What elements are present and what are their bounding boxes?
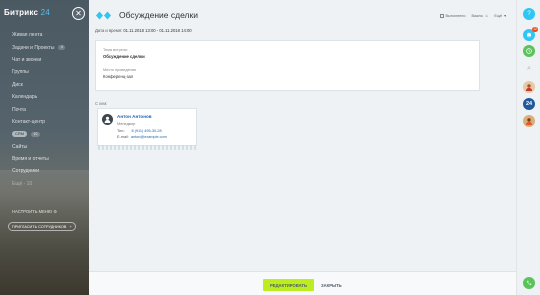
header-toolbar: Выполнено Важно ♨ Ещё ▾	[439, 13, 506, 19]
sidebar-item-label: Ещё · 10	[12, 180, 33, 187]
sidebar-item-label: Группы	[12, 69, 29, 76]
bitrix24-icon: 24	[525, 101, 533, 107]
email-label: E-mail:	[117, 135, 129, 139]
date-time-value: 01.11.2018 13:00 - 01.11.2018 14:00	[123, 28, 192, 33]
bitrix-logo[interactable]: Битрикс 24	[4, 8, 50, 17]
complete-label: Выполнено	[445, 13, 466, 18]
close-button[interactable]: ЗАКРЫТЬ	[321, 279, 342, 291]
contact-phone-row: Тел.: 8 (911) 495-30-28	[117, 129, 162, 133]
bitrix24-chat-button[interactable]: 24	[523, 98, 535, 110]
configure-menu-link[interactable]: НАСТРОИТЬ МЕНЮ ⚙	[12, 209, 57, 214]
sidebar-item-label: Сайты	[12, 143, 28, 150]
sidebar-item-crm[interactable]: CRM 10	[12, 128, 88, 140]
sidebar-item-tasks[interactable]: Задачи и Проекты 4	[12, 41, 88, 53]
important-label: Важно	[471, 13, 483, 18]
sidebar-item-sites[interactable]: Сайты	[12, 141, 88, 153]
help-button[interactable]: ?	[523, 8, 535, 20]
user-icon	[104, 116, 111, 123]
sidebar-item-time[interactable]: Время и отчеты	[12, 153, 88, 165]
logo-number: 24	[40, 8, 50, 17]
tasks-count-badge: 4	[58, 45, 66, 51]
panel-header: Обсуждение сделки Выполнено Важно ♨ Ещё ▾	[89, 0, 516, 30]
left-sidebar: Битрикс 24 ✕ Живая лента Задачи и Проект…	[0, 0, 89, 295]
gear-icon: ⚙	[53, 209, 58, 214]
plus-icon: +	[69, 224, 72, 229]
crm-count-badge: 10	[31, 131, 40, 137]
sidebar-item-label: Время и отчеты	[12, 156, 49, 163]
clock-icon	[526, 48, 532, 54]
bell-icon	[527, 32, 531, 38]
chevron-down-icon: ▾	[504, 14, 506, 18]
person-icon	[526, 118, 532, 125]
sidebar-item-label: Сотрудники	[12, 168, 40, 175]
email-link[interactable]: anton@example.com	[131, 135, 167, 139]
right-rail: ? 12 ⌕ 24	[516, 0, 540, 295]
place-label: Место проведения	[103, 68, 136, 72]
contact-email-row: E-mail: anton@example.com	[117, 135, 167, 139]
avatar	[102, 114, 113, 125]
subject-label: Тема встречи:	[103, 48, 128, 52]
flame-icon: ♨	[484, 14, 489, 18]
contact-position: Менеджер	[117, 122, 136, 126]
with-whom-label: С кем:	[95, 101, 108, 106]
notifications-button[interactable]: 12	[523, 27, 538, 41]
sidebar-item-label: Календарь	[12, 94, 38, 101]
complete-toggle[interactable]: Выполнено	[439, 13, 466, 18]
checkbox-icon	[439, 13, 444, 18]
sidebar-item-chat[interactable]: Чат и звонки	[12, 54, 88, 66]
user-avatar-1[interactable]	[523, 81, 535, 93]
sidebar-item-label: Диск	[12, 81, 23, 88]
close-icon: ✕	[75, 9, 82, 18]
sidebar-item-mail[interactable]: Почта	[12, 103, 88, 115]
timeman-button[interactable]	[523, 45, 535, 57]
close-slider-button[interactable]: ✕	[72, 7, 85, 20]
activity-panel: Обсуждение сделки Выполнено Важно ♨ Ещё ▾ …	[89, 0, 516, 295]
important-toggle[interactable]: Важно ♨	[471, 13, 489, 19]
phone-link[interactable]: 8 (911) 495-30-28	[131, 129, 161, 133]
panel-footer: РЕДАКТИРОВАТЬ ЗАКРЫТЬ	[89, 271, 516, 295]
sidebar-item-label: Чат и звонки	[12, 56, 42, 63]
sidebar-item-feed[interactable]: Живая лента	[12, 29, 88, 41]
invite-label: ПРИГЛАСИТЬ СОТРУДНИКОВ	[12, 224, 67, 229]
sidebar-item-groups[interactable]: Группы	[12, 66, 88, 78]
logo-text: Битрикс	[4, 8, 39, 17]
date-time-label: Дата и время:	[95, 28, 123, 33]
sidebar-item-calendar[interactable]: Календарь	[12, 91, 88, 103]
meeting-details-card: Тема встречи: Обсуждение сделки Место пр…	[95, 40, 480, 91]
sidebar-item-contact-center[interactable]: Контакт-центр	[12, 116, 88, 128]
edit-button[interactable]: РЕДАКТИРОВАТЬ	[263, 279, 314, 291]
user-avatar-2[interactable]	[523, 115, 535, 127]
card-divider	[98, 145, 198, 150]
meeting-icon	[96, 11, 111, 20]
sidebar-item-label: Живая лента	[12, 32, 43, 39]
sidebar-item-disk[interactable]: Диск	[12, 79, 88, 91]
sidebar-item-label: Почта	[12, 106, 26, 113]
sidebar-item-employees[interactable]: Сотрудники	[12, 165, 88, 177]
subject-value: Обсуждение сделки	[103, 54, 145, 59]
person-icon	[526, 84, 532, 91]
sidebar-item-more[interactable]: Ещё · 10	[12, 178, 88, 190]
more-label: Ещё	[494, 13, 503, 18]
search-button[interactable]: ⌕	[523, 63, 535, 75]
sidebar-item-label: Задачи и Проекты	[12, 44, 55, 51]
sidebar-item-label: CRM	[12, 131, 28, 138]
more-menu[interactable]: Ещё ▾	[494, 13, 506, 19]
page-title: Обсуждение сделки	[119, 10, 198, 20]
sidebar-menu: Живая лента Задачи и Проекты 4 Чат и звон…	[12, 29, 88, 190]
contact-name-link[interactable]: Антон Антонов	[117, 114, 152, 119]
help-icon: ?	[527, 11, 531, 17]
phone-icon	[527, 280, 532, 285]
configure-menu-label: НАСТРОИТЬ МЕНЮ	[12, 209, 53, 214]
date-time-row: Дата и время: 01.11.2018 13:00 - 01.11.2…	[95, 28, 192, 33]
call-button[interactable]	[523, 277, 535, 289]
invite-employees-button[interactable]: ПРИГЛАСИТЬ СОТРУДНИКОВ +	[8, 222, 76, 231]
search-icon: ⌕	[527, 65, 531, 72]
contact-card: Антон Антонов Менеджер Тел.: 8 (911) 495…	[97, 108, 198, 150]
sidebar-item-label: Контакт-центр	[12, 118, 46, 125]
notifications-count-badge: 12	[532, 27, 538, 32]
phone-label: Тел.:	[117, 129, 126, 133]
place-value: Конференц-зал	[103, 74, 134, 79]
